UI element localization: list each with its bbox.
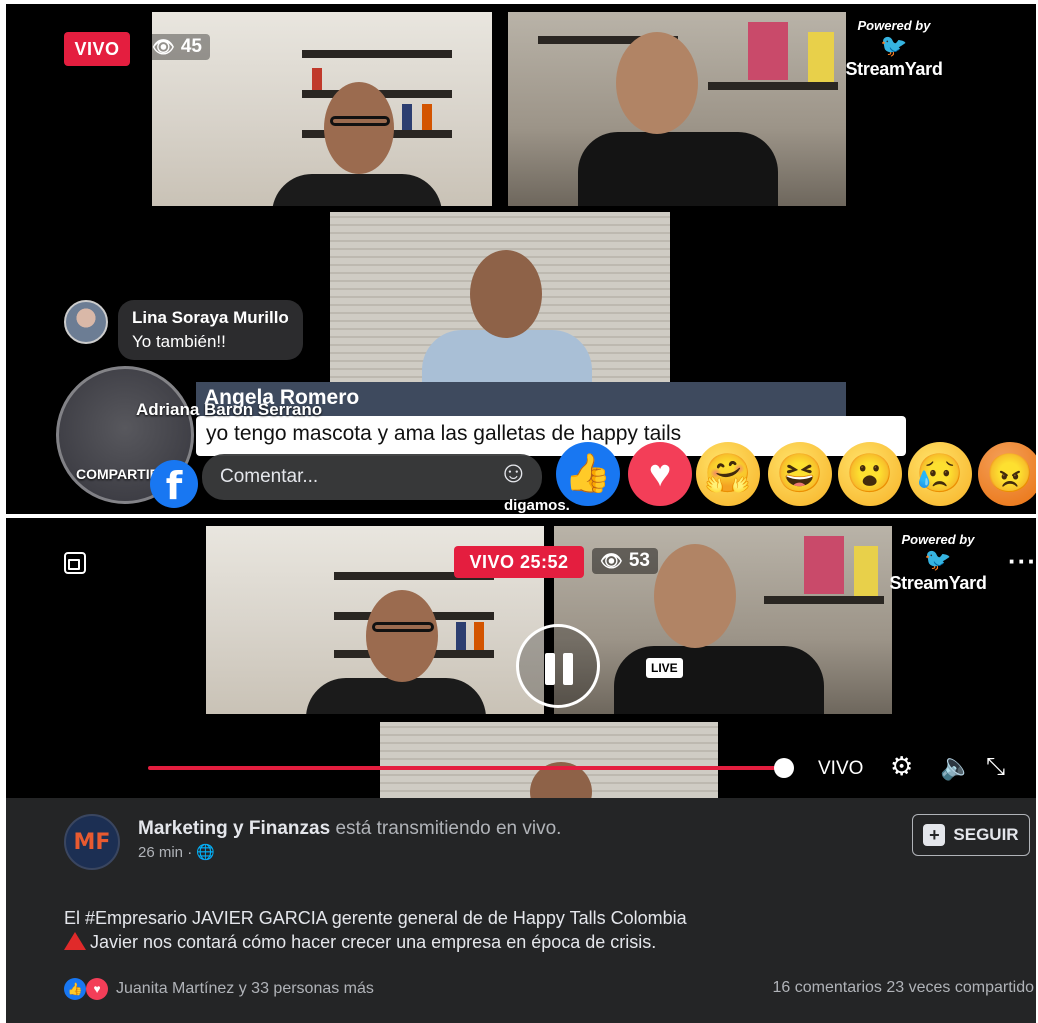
love-icon: ♥ bbox=[86, 978, 108, 1000]
live-badge-timer: VIVO 25:52 bbox=[454, 546, 584, 578]
comment-author[interactable]: Lina Soraya Murillo bbox=[132, 308, 289, 328]
sad-reaction-icon[interactable]: 😥 bbox=[908, 442, 972, 506]
follow-button[interactable]: + SEGUIR bbox=[912, 814, 1030, 856]
streamyard-name: StreamYard bbox=[845, 59, 943, 79]
wow-reaction-icon[interactable]: 😮 bbox=[838, 442, 902, 506]
go-live-button[interactable]: VIVO bbox=[818, 758, 863, 780]
video-area[interactable]: VIVO 25:52 👁 53 Powered by 🐦 StreamYard … bbox=[6, 518, 1036, 798]
powered-by-label: Powered by bbox=[901, 532, 975, 547]
progress-handle[interactable] bbox=[774, 758, 794, 778]
like-reaction-icon[interactable]: 👍 bbox=[556, 442, 620, 506]
shares-count[interactable]: 23 veces compartido bbox=[886, 979, 1034, 996]
post-stats: 16 comentarios 23 veces compartido bbox=[773, 979, 1034, 997]
pause-button[interactable] bbox=[516, 624, 600, 708]
eye-icon: 👁 bbox=[152, 36, 175, 58]
like-icon: 👍 bbox=[64, 978, 86, 1000]
live-comment[interactable]: Lina Soraya Murillo Yo también!! bbox=[64, 300, 303, 360]
streamyard-logo-icon: 🐦 bbox=[880, 33, 908, 58]
progress-bar[interactable] bbox=[148, 766, 788, 770]
viewer-count-value: 45 bbox=[180, 36, 202, 57]
volume-icon[interactable]: 🔈 bbox=[940, 752, 972, 782]
share-author: Adriana Baron Serrano bbox=[136, 400, 323, 419]
viewer-count: 👁 45 bbox=[144, 34, 210, 60]
care-reaction-icon[interactable]: 🤗 bbox=[696, 442, 760, 506]
eye-icon: 👁 bbox=[600, 550, 623, 572]
post-header: Marketing y Finanzas está transmitiendo … bbox=[138, 818, 561, 840]
comment-input[interactable]: Comentar... bbox=[202, 454, 542, 500]
video-tile-guest-2 bbox=[330, 212, 670, 384]
streamyard-watermark: Powered by 🐦 StreamYard bbox=[842, 18, 946, 80]
streamyard-name: StreamYard bbox=[889, 573, 987, 593]
streamyard-watermark: Powered by 🐦 StreamYard bbox=[886, 532, 990, 594]
viewer-count: 👁 53 bbox=[592, 548, 658, 574]
love-reaction-icon[interactable]: ♥ bbox=[628, 442, 692, 506]
comment-bubble: Lina Soraya Murillo Yo también!! bbox=[118, 300, 303, 360]
more-options-icon[interactable]: ··· bbox=[1008, 546, 1036, 577]
post-details: MF Marketing y Finanzas está transmitien… bbox=[6, 798, 1036, 1023]
post-line-1: El #Empresario JAVIER GARCIA gerente gen… bbox=[64, 908, 687, 928]
live-badge: VIVO bbox=[64, 32, 130, 66]
live-video-bottom: VIVO 25:52 👁 53 Powered by 🐦 StreamYard … bbox=[6, 518, 1036, 1023]
exit-fullscreen-icon[interactable]: ⤡ bbox=[986, 752, 1005, 780]
page-name-link[interactable]: Marketing y Finanzas bbox=[138, 818, 330, 839]
facebook-icon: f bbox=[150, 460, 198, 508]
powered-by-label: Powered by bbox=[857, 18, 931, 33]
haha-reaction-icon[interactable]: 😆 bbox=[768, 442, 832, 506]
post-meta: 26 min · 🌐 bbox=[138, 843, 215, 861]
video-tile-guest-1 bbox=[508, 12, 846, 206]
caption-fragment: digamos. bbox=[504, 497, 570, 514]
live-video-top: VIVO 👁 45 Powered by 🐦 StreamYard Lina S… bbox=[6, 4, 1036, 514]
picture-in-picture-icon[interactable] bbox=[64, 552, 86, 574]
reactors-text: Juanita Martínez y 33 personas más bbox=[116, 980, 374, 997]
reaction-summary[interactable]: 👍 ♥ Juanita Martínez y 33 personas más bbox=[64, 978, 374, 1000]
emoji-icon[interactable]: ☺ bbox=[498, 456, 529, 490]
video-tile-guest-2 bbox=[380, 722, 718, 798]
post-time[interactable]: 26 min · bbox=[138, 844, 192, 861]
angry-reaction-icon[interactable]: 😠 bbox=[978, 442, 1036, 506]
share-button[interactable]: COMPARTIR bbox=[76, 466, 160, 482]
viewer-count-value: 53 bbox=[628, 550, 650, 571]
page-avatar[interactable]: MF bbox=[64, 814, 120, 870]
globe-icon: 🌐 bbox=[196, 843, 216, 861]
live-chip: LIVE bbox=[646, 658, 683, 678]
streamyard-logo-icon: 🐦 bbox=[924, 547, 952, 572]
follow-label: SEGUIR bbox=[953, 825, 1019, 844]
comment-text: Yo también!! bbox=[132, 332, 226, 351]
post-body: El #Empresario JAVIER GARCIA gerente gen… bbox=[64, 906, 687, 954]
plus-icon: + bbox=[923, 824, 946, 846]
avatar[interactable] bbox=[64, 300, 108, 344]
post-status: está transmitiendo en vivo. bbox=[335, 818, 562, 839]
settings-gear-icon[interactable]: ⚙ bbox=[890, 752, 913, 782]
post-line-2: Javier nos contará cómo hacer crecer una… bbox=[90, 932, 657, 952]
red-triangle-icon bbox=[64, 932, 86, 950]
comments-count[interactable]: 16 comentarios bbox=[773, 979, 882, 996]
comment-placeholder: Comentar... bbox=[220, 466, 319, 487]
